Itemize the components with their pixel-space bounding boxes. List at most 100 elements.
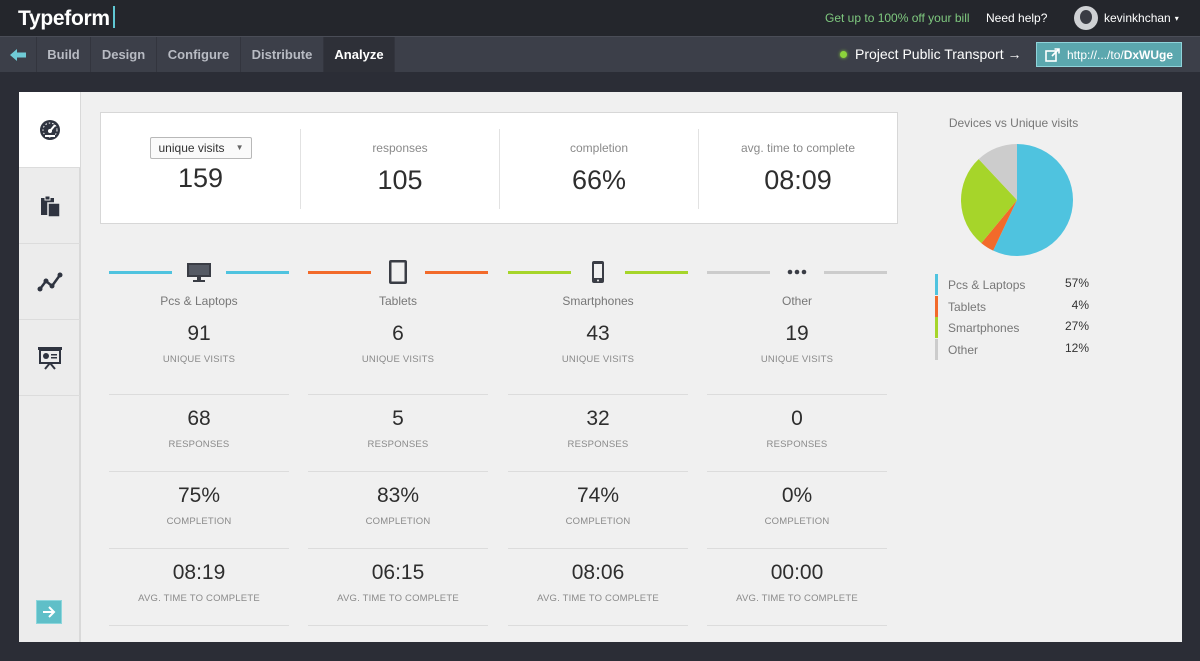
summary-visits: unique visits ▼ 159	[101, 129, 300, 209]
device-color-line	[824, 271, 887, 274]
stat-unique-visits: 19 UNIQUE VISITS	[707, 318, 887, 395]
device-name: Tablets	[378, 294, 418, 308]
stat-value: 68	[187, 407, 211, 430]
public-link-button[interactable]: http://.../to/DxWUge	[1036, 42, 1182, 67]
device-color-line	[707, 271, 770, 274]
chevron-down-icon: ▾	[1174, 13, 1179, 23]
help-link[interactable]: Need help?	[986, 11, 1047, 25]
stat-unique-visits: 6 UNIQUE VISITS	[308, 318, 488, 395]
stat-label: RESPONSES	[766, 439, 828, 450]
project-title[interactable]: Project Public Transport →	[840, 46, 1022, 62]
summary-completion-value: 66%	[571, 165, 627, 195]
stat-unique-visits: 91 UNIQUE VISITS	[109, 318, 289, 395]
stat-value: 08:06	[571, 561, 625, 584]
device-column-other: Other 19 UNIQUE VISITS 0 RESPONSES 0% COMPL…	[707, 252, 887, 626]
legend-color	[935, 295, 938, 317]
tab-build[interactable]: Build	[37, 37, 91, 72]
user-menu[interactable]: kevinkhchan ▾	[1074, 6, 1179, 30]
stat-value: 6	[392, 322, 404, 345]
device-name: Smartphones	[562, 294, 634, 308]
link-code: DxWUge	[1123, 47, 1174, 62]
top-bar: Typeform Get up to 100% off your bill Ne…	[0, 0, 1200, 36]
line-chart-icon	[37, 272, 62, 291]
sidebar-item-trends[interactable]	[19, 244, 80, 320]
device-name: Other	[781, 294, 812, 308]
typeform-logo[interactable]: Typeform	[18, 6, 115, 31]
tab-design[interactable]: Design	[91, 37, 157, 72]
stat-label: UNIQUE VISITS	[361, 354, 435, 365]
summary-avg-time: avg. time to complete 08:09	[698, 129, 897, 209]
legend-label: Other	[948, 342, 979, 357]
device-color-line	[508, 271, 571, 274]
summary-responses-value: 105	[377, 165, 423, 195]
stat-label: AVG. TIME TO COMPLETE	[138, 593, 260, 604]
legend-label: Smartphones	[948, 321, 1020, 335]
device-color-line	[109, 271, 172, 274]
device-column-pcs: Pcs & Laptops 91 UNIQUE VISITS 68 RESPONSE…	[109, 252, 289, 626]
stat-responses: 68 RESPONSES	[109, 395, 289, 472]
legend-color	[935, 274, 938, 295]
stat-label: UNIQUE VISITS	[760, 354, 834, 365]
device-color-line	[308, 271, 371, 274]
project-name: Project Public Transport →	[855, 46, 1022, 62]
stat-value: 74%	[576, 484, 620, 507]
summary-completion-label: completion	[569, 141, 629, 155]
stat-avg-time: 08:06 AVG. TIME TO COMPLETE	[508, 549, 688, 626]
more-dots-icon	[781, 258, 813, 286]
arrow-right-icon	[43, 606, 56, 618]
sidebar-item-report[interactable]	[19, 320, 80, 396]
summary-responses: responses 105	[300, 129, 499, 209]
external-link-icon	[1045, 47, 1060, 62]
metric-select-value: unique visits	[158, 141, 225, 155]
stat-completion: 0% COMPLETION	[707, 472, 887, 549]
stat-label: RESPONSES	[567, 439, 629, 450]
stat-value: 08:19	[172, 561, 226, 584]
tablet-icon	[382, 258, 414, 286]
link-prefix: http://.../to/	[1067, 47, 1124, 62]
caret-down-icon: ▼	[235, 143, 244, 152]
avatar	[1074, 6, 1098, 30]
back-button[interactable]	[0, 37, 37, 72]
legend-value: 12%	[1064, 340, 1089, 355]
summary-visits-value: 159	[177, 163, 224, 193]
sidebar-item-responses[interactable]	[19, 168, 80, 244]
tab-configure[interactable]: Configure	[157, 37, 241, 72]
tab-distribute[interactable]: Distribute	[241, 37, 324, 72]
legend-item: Other 12%	[935, 338, 1089, 361]
stat-label: AVG. TIME TO COMPLETE	[337, 593, 459, 604]
summary-completion: completion 66%	[499, 129, 698, 209]
summary-card: unique visits ▼ 159 responses 105 comple…	[100, 112, 898, 224]
tab-analyze[interactable]: Analyze	[324, 37, 395, 72]
stat-label: COMPLETION	[365, 516, 431, 527]
device-header	[308, 252, 488, 294]
device-color-line	[425, 271, 488, 274]
arrow-left-icon	[10, 48, 26, 61]
stat-label: UNIQUE VISITS	[162, 354, 236, 365]
stat-label: RESPONSES	[367, 439, 429, 450]
stat-label: UNIQUE VISITS	[561, 354, 635, 365]
metric-select[interactable]: unique visits ▼	[149, 137, 252, 159]
device-column-smartphones: Smartphones 43 UNIQUE VISITS 32 RESPONSES …	[508, 252, 688, 626]
stat-value: 75%	[177, 484, 221, 507]
stat-completion: 83% COMPLETION	[308, 472, 488, 549]
stat-label: COMPLETION	[764, 516, 830, 527]
summary-responses-label: responses	[372, 141, 428, 155]
nav-bar: Build Design Configure Distribute Analyz…	[0, 36, 1200, 72]
stat-avg-time: 06:15 AVG. TIME TO COMPLETE	[308, 549, 488, 626]
summary-avg-time-label: avg. time to complete	[740, 141, 856, 155]
presentation-icon	[37, 346, 62, 370]
legend-color	[935, 338, 938, 360]
username: kevinkhchan	[1104, 11, 1171, 25]
device-color-line	[625, 271, 688, 274]
stat-completion: 75% COMPLETION	[109, 472, 289, 549]
stat-value: 43	[586, 322, 610, 345]
legend-item: Pcs & Laptops 57%	[935, 274, 1089, 296]
device-header	[707, 252, 887, 294]
next-button[interactable]	[36, 600, 62, 624]
dashboard-gauge-icon	[39, 119, 60, 140]
sidebar-item-dashboard[interactable]	[19, 92, 80, 168]
stat-responses: 32 RESPONSES	[508, 395, 688, 472]
stat-label: RESPONSES	[168, 439, 230, 450]
stat-responses: 0 RESPONSES	[707, 395, 887, 472]
promo-link[interactable]: Get up to 100% off your bill	[825, 11, 970, 25]
